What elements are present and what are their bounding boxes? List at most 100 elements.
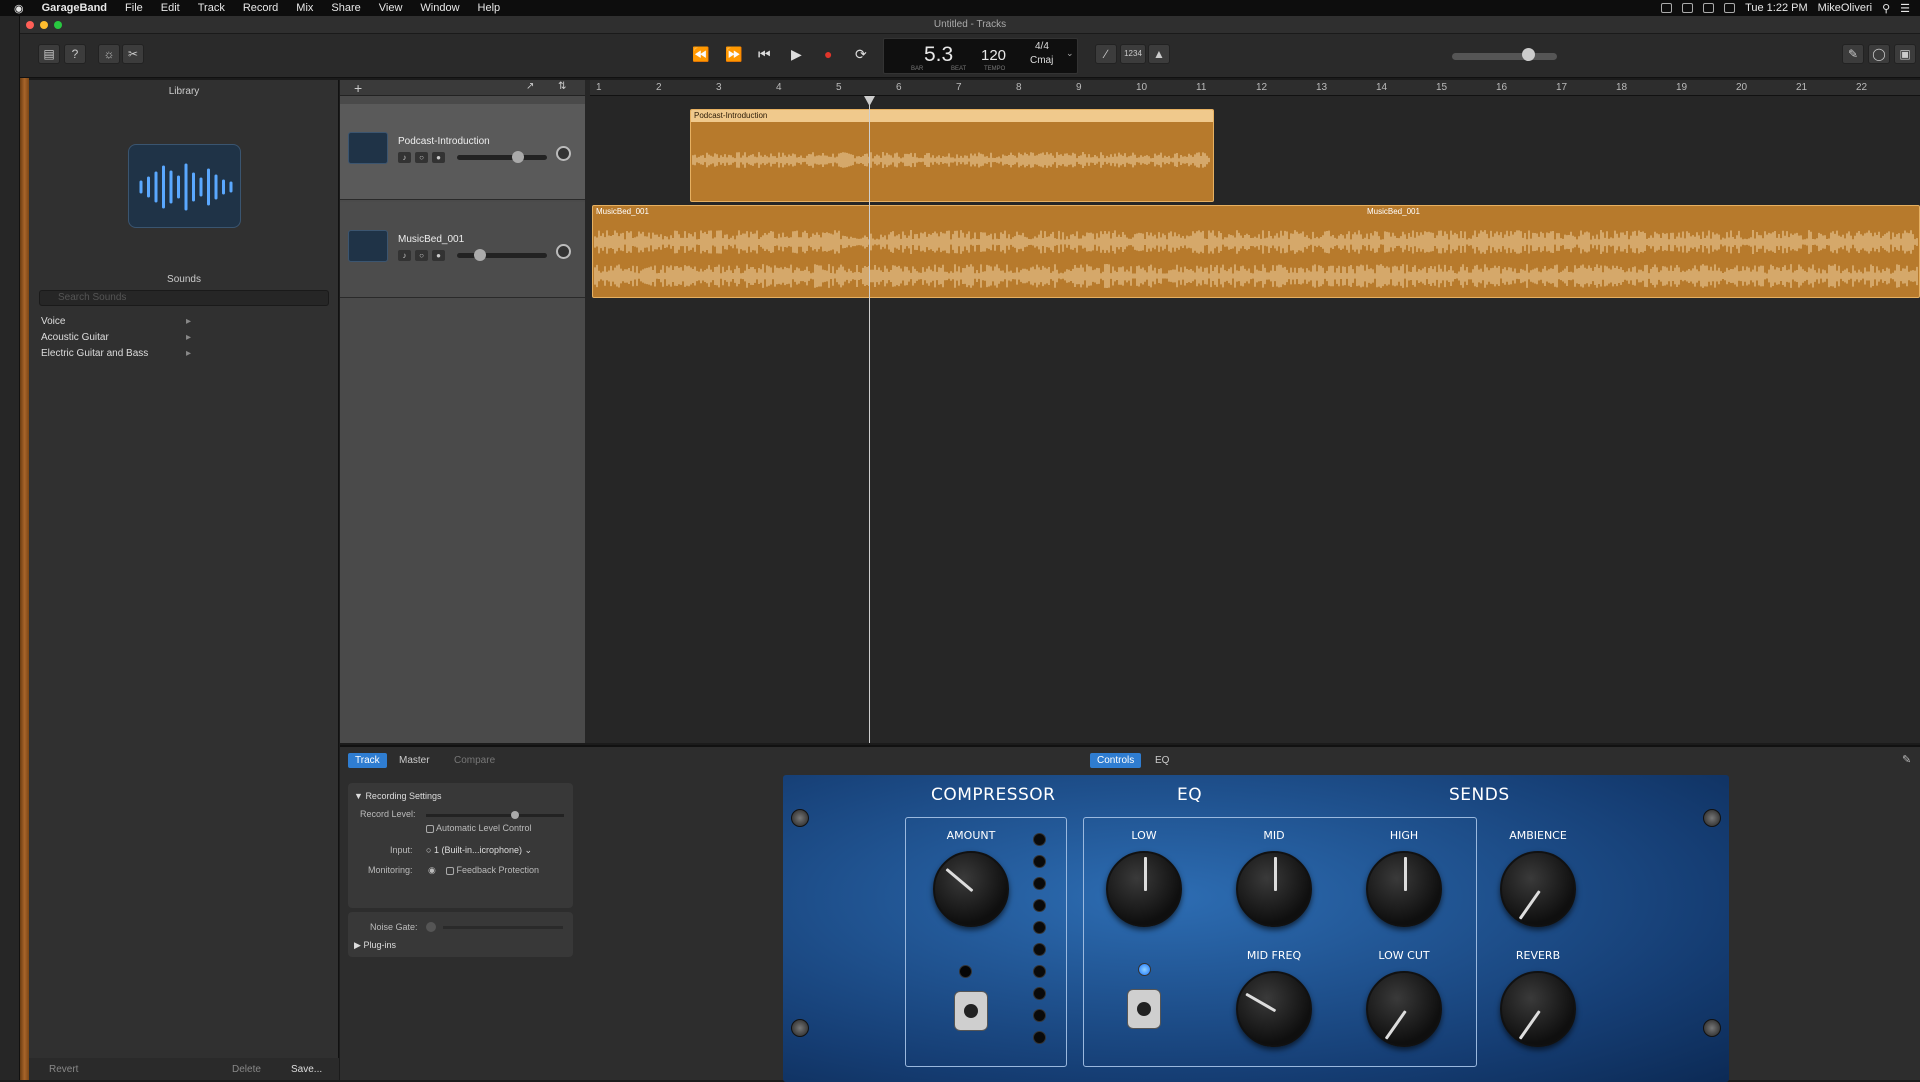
track-pan-knob[interactable] (556, 244, 571, 259)
apple-menu-icon[interactable]: ◉ (14, 2, 24, 15)
rewind-icon[interactable]: ⏪ (692, 46, 709, 63)
tab-controls[interactable]: Controls (1090, 753, 1142, 768)
track-header-musicbed[interactable]: MusicBed_001 ♪ ○ ● (340, 202, 585, 298)
go-to-beginning-icon[interactable]: ⏮ (758, 46, 771, 63)
menu-share[interactable]: Share (331, 2, 360, 14)
menubar-user[interactable]: MikeOliveri (1818, 2, 1872, 14)
menubar-clock[interactable]: Tue 1:22 PM (1745, 2, 1808, 14)
track-volume-thumb[interactable] (474, 249, 486, 261)
mute-icon[interactable]: ♪ (398, 250, 411, 261)
library-toggle-icon[interactable]: ▤ (38, 44, 60, 64)
tab-compare[interactable]: Compare (447, 753, 502, 768)
audio-region-podcast[interactable]: Podcast-Introduction (690, 109, 1214, 202)
track-name[interactable]: MusicBed_001 (398, 234, 464, 245)
master-volume-thumb[interactable] (1522, 48, 1535, 61)
eq-low-cut-knob[interactable] (1366, 971, 1442, 1047)
count-in-button[interactable]: 1234 (1120, 44, 1146, 64)
wifi-icon[interactable] (1724, 3, 1736, 13)
record-enable-icon[interactable]: ● (432, 250, 445, 261)
menu-record[interactable]: Record (243, 2, 278, 14)
minimize-window-button[interactable] (40, 21, 48, 29)
menu-track[interactable]: Track (198, 2, 225, 14)
playhead[interactable] (869, 96, 870, 743)
add-track-icon[interactable]: + (354, 80, 362, 96)
audio-region-musicbed[interactable]: MusicBed_001 MusicBed_001 (592, 205, 1920, 298)
feedback-checkbox[interactable]: Feedback Protection (446, 865, 539, 875)
media-browser-icon[interactable]: ▣ (1894, 44, 1916, 64)
menu-file[interactable]: File (125, 2, 143, 14)
eq-high-knob[interactable] (1366, 851, 1442, 927)
save-button[interactable]: Save... (291, 1064, 322, 1075)
recording-settings-header[interactable]: ▼ Recording Settings (354, 791, 441, 801)
noise-gate-toggle[interactable] (426, 922, 436, 932)
notification-icon[interactable]: ☰ (1900, 2, 1910, 15)
headphones-icon[interactable]: ○ (415, 250, 428, 261)
tab-master[interactable]: Master (392, 753, 437, 768)
pencil-icon[interactable]: ✎ (1902, 753, 1911, 766)
lcd-signature[interactable]: 4/4 (1035, 41, 1049, 52)
compressor-toggle[interactable] (954, 991, 988, 1031)
fast-forward-icon[interactable]: ⏩ (725, 46, 742, 63)
record-enable-icon[interactable]: ● (432, 152, 445, 163)
record-level-thumb[interactable] (511, 811, 519, 819)
amount-knob[interactable] (933, 851, 1009, 927)
note-pad-icon[interactable]: ✎ (1842, 44, 1864, 64)
menu-help[interactable]: Help (478, 2, 501, 14)
track-volume-slider[interactable] (457, 253, 547, 258)
headphones-icon[interactable]: ○ (415, 152, 428, 163)
library-item-voice[interactable]: Voice ▸ (41, 316, 191, 327)
input-select[interactable]: ○ 1 (Built-in...icrophone) ⌄ (426, 845, 532, 856)
lcd-dropdown-icon[interactable]: ⌄ (1066, 48, 1074, 59)
menu-view[interactable]: View (379, 2, 403, 14)
tuner-icon[interactable]: ∕ (1095, 44, 1117, 64)
loop-browser-icon[interactable]: ◯ (1868, 44, 1890, 64)
library-item-electric-guitar[interactable]: Electric Guitar and Bass ▸ (41, 348, 191, 359)
sounds-search-input[interactable]: Search Sounds (39, 290, 329, 306)
eq-toggle[interactable] (1127, 989, 1161, 1029)
smart-controls-icon[interactable]: ☼ (98, 44, 120, 64)
help-icon[interactable]: ? (64, 44, 86, 64)
status-icon[interactable] (1703, 3, 1715, 13)
alignment-icon[interactable]: ⇅ (558, 81, 566, 92)
status-icon[interactable] (1661, 3, 1673, 13)
track-name[interactable]: Podcast-Introduction (398, 136, 490, 147)
menu-app[interactable]: GarageBand (42, 2, 107, 14)
menu-edit[interactable]: Edit (161, 2, 180, 14)
library-item-acoustic-guitar[interactable]: Acoustic Guitar ▸ (41, 332, 191, 343)
status-icon[interactable] (1682, 3, 1694, 13)
monitoring-icon[interactable]: ◉ (428, 865, 436, 876)
plugins-disclosure[interactable]: ▶ Plug-ins (354, 940, 396, 951)
automation-icon[interactable]: ↗ (526, 81, 534, 92)
search-icon[interactable]: ⚲ (1882, 2, 1890, 15)
master-volume-slider[interactable] (1452, 53, 1557, 60)
editors-scissors-icon[interactable]: ✂ (122, 44, 144, 64)
noise-gate-slider[interactable] (443, 926, 563, 929)
zoom-window-button[interactable] (54, 21, 62, 29)
auto-level-checkbox[interactable]: Automatic Level Control (426, 823, 532, 833)
menu-mix[interactable]: Mix (296, 2, 313, 14)
tab-track[interactable]: Track (348, 753, 387, 768)
lcd-tempo[interactable]: 120 (981, 47, 1006, 64)
record-icon[interactable]: ● (824, 46, 832, 62)
play-icon[interactable]: ▶ (791, 46, 802, 63)
track-pan-knob[interactable] (556, 146, 571, 161)
eq-low-knob[interactable] (1106, 851, 1182, 927)
eq-mid-knob[interactable] (1236, 851, 1312, 927)
track-volume-thumb[interactable] (512, 151, 524, 163)
metronome-icon[interactable]: ▲ (1148, 44, 1170, 64)
track-volume-slider[interactable] (457, 155, 547, 160)
mute-icon[interactable]: ♪ (398, 152, 411, 163)
ruler[interactable]: 1 2 3 4 5 6 7 8 9 10 11 12 13 14 15 16 17 18 19 20 21 22 (590, 80, 1920, 96)
reverb-knob[interactable] (1500, 971, 1576, 1047)
cycle-icon[interactable]: ⟳ (855, 46, 867, 63)
eq-mid-freq-knob[interactable] (1236, 971, 1312, 1047)
lcd-display[interactable]: 5.3 BAR BEAT 120 TEMPO 4/4 Cmaj ⌄ (883, 38, 1078, 74)
tab-eq[interactable]: EQ (1148, 753, 1176, 768)
lcd-key[interactable]: Cmaj (1030, 55, 1053, 66)
ambience-knob[interactable] (1500, 851, 1576, 927)
track-header-podcast[interactable]: Podcast-Introduction ♪ ○ ● (340, 104, 585, 200)
record-level-slider[interactable] (426, 814, 564, 817)
delete-button[interactable]: Delete (232, 1064, 261, 1075)
menu-window[interactable]: Window (420, 2, 459, 14)
close-window-button[interactable] (26, 21, 34, 29)
